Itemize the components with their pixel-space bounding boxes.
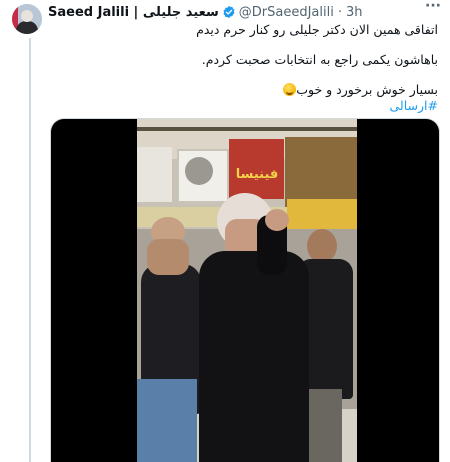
smiling-face-emoji <box>283 83 297 96</box>
tweet-header: Saeed Jalili | سعید جلیلی @DrSaeedJalili… <box>48 3 362 21</box>
video-frame: فینیسا <box>137 119 357 462</box>
video-media[interactable]: فینیسا <box>50 118 440 462</box>
thread-line <box>29 38 31 462</box>
tweet-text-line-3-text: بسیار خوش برخورد و خوب <box>296 82 438 97</box>
avatar[interactable] <box>12 4 42 34</box>
shop-sign: فینیسا <box>235 167 279 182</box>
verified-badge-icon <box>223 5 235 19</box>
more-options-icon[interactable]: ··· <box>424 0 442 16</box>
post-time[interactable]: 3h <box>346 5 363 20</box>
tweet-text-line-3: بسیار خوش برخورد و خوب <box>280 82 438 97</box>
author-handle[interactable]: @DrSaeedJalili <box>239 5 334 20</box>
author-name[interactable]: Saeed Jalili | سعید جلیلی <box>48 5 219 20</box>
hashtag-link[interactable]: #ارسالی <box>390 98 439 113</box>
tweet-card[interactable]: Saeed Jalili | سعید جلیلی @DrSaeedJalili… <box>0 0 450 462</box>
separator-dot: · <box>337 4 342 20</box>
tweet-text-line-2: باهاشون یکمی راجع به انتخابات صحبت کردم. <box>201 52 438 67</box>
tweet-text-line-1: اتفاقی همین الان دکتر جلیلی رو کنار حرم … <box>196 22 438 37</box>
